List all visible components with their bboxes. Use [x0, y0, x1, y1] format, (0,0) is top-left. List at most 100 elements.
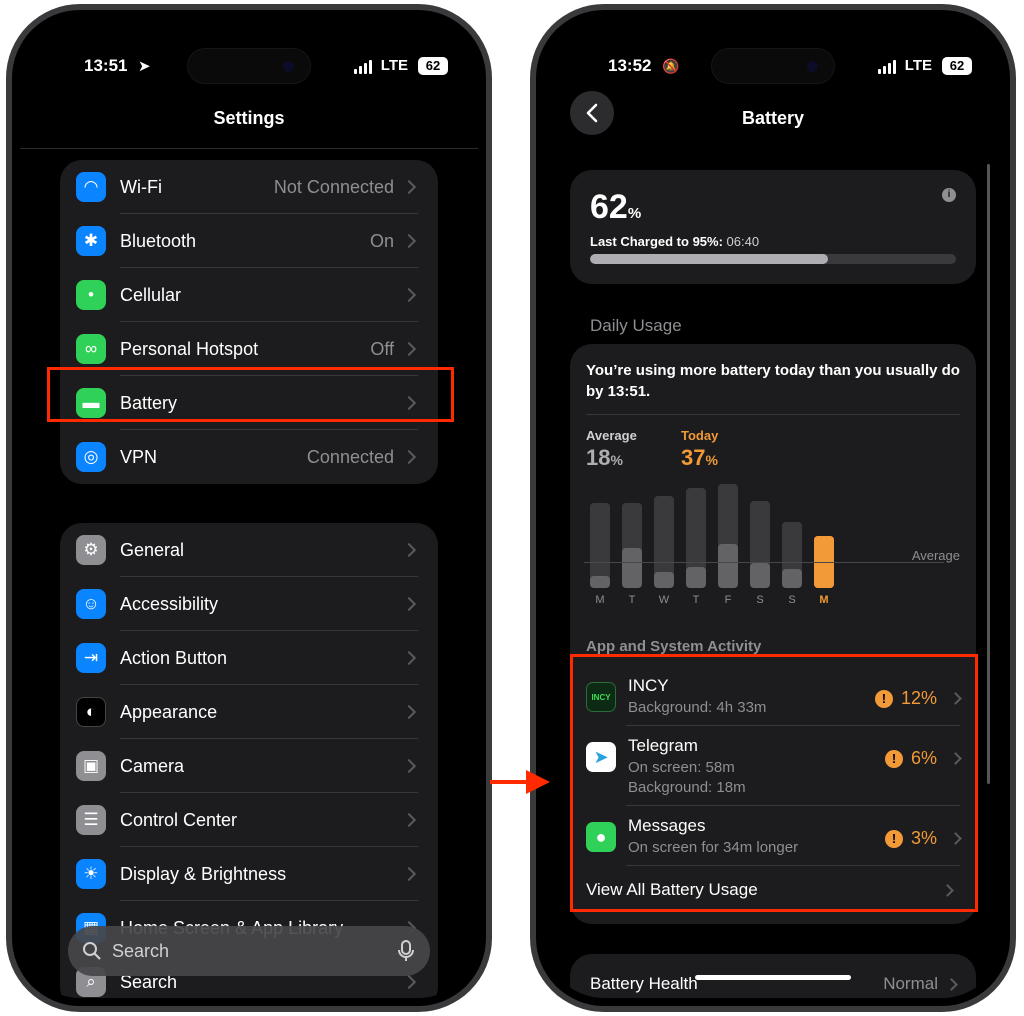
- day-label: T: [628, 594, 636, 606]
- search-placeholder: Search: [112, 940, 170, 961]
- chevron-right-icon: [401, 287, 417, 303]
- app-usage-percent: ! 3%: [884, 828, 962, 849]
- camera-icon: ▣: [76, 751, 106, 781]
- settings-row-wi-fi[interactable]: ◠ Wi-Fi Not Connected: [60, 160, 438, 214]
- microphone-icon[interactable]: [398, 940, 414, 962]
- average-line: [584, 562, 944, 563]
- settings-row-action-button[interactable]: ⇥ Action Button: [60, 631, 438, 685]
- settings-row-accessibility[interactable]: ☺ Accessibility: [60, 577, 438, 631]
- view-all-label: View All Battery Usage: [586, 880, 758, 899]
- status-battery: 62: [418, 57, 448, 75]
- chevron-right-icon: [401, 341, 417, 357]
- day-label: S: [788, 594, 796, 606]
- battery-icon: ▬: [76, 388, 106, 418]
- accessibility-icon: ☺: [76, 589, 106, 619]
- daily-usage-card: You’re using more battery today than you…: [570, 344, 976, 924]
- appearance-icon: ◐: [76, 697, 106, 727]
- settings-row-cellular[interactable]: • Cellular: [60, 268, 438, 322]
- day-bar-active: [686, 567, 706, 588]
- bluetooth-icon: ✱: [76, 226, 106, 256]
- row-label: Personal Hotspot: [120, 338, 259, 359]
- view-all-battery-usage-button[interactable]: View All Battery Usage: [570, 866, 976, 914]
- scrollbar[interactable]: [987, 164, 990, 784]
- settings-row-display-brightness[interactable]: ☀ Display & Brightness: [60, 847, 438, 901]
- chevron-right-icon: [401, 395, 417, 411]
- sun-icon: ☀: [76, 859, 106, 889]
- chevron-right-icon: [949, 692, 962, 705]
- status-battery: 62: [942, 57, 972, 75]
- settings-row-camera[interactable]: ▣ Camera: [60, 739, 438, 793]
- day-label: M: [819, 594, 829, 606]
- row-label: Control Center: [120, 809, 238, 830]
- app-usage-percent: ! 6%: [884, 748, 962, 769]
- settings-screen: 13:51 ➤ LTE 62 Settings ◠ Wi-Fi Not Connec…: [20, 18, 478, 998]
- arrow-right-icon: [490, 770, 550, 794]
- day-bar-active: [718, 544, 738, 588]
- battery-health-label: Battery Health: [590, 974, 698, 993]
- wifi-icon: ◠: [76, 172, 106, 202]
- daily-usage-chart: MTWTFSSM: [584, 484, 944, 606]
- battery-health-value: Normal: [883, 974, 938, 993]
- row-label: Cellular: [120, 284, 182, 305]
- day-label: F: [724, 594, 732, 606]
- chevron-right-icon: [401, 704, 417, 720]
- row-label: Battery: [120, 392, 178, 413]
- app-row-incy[interactable]: INCY INCY Background: 4h 33m ! 12%: [570, 666, 976, 726]
- chevron-right-icon: [401, 179, 417, 195]
- home-indicator: [695, 975, 851, 980]
- row-label: VPN: [120, 446, 158, 467]
- settings-row-appearance[interactable]: ◐ Appearance: [60, 685, 438, 739]
- network-type: LTE: [904, 57, 932, 74]
- usage-insight: You’re using more battery today than you…: [586, 362, 960, 400]
- row-label: Bluetooth: [120, 230, 197, 251]
- telegram-icon: ➤: [586, 742, 616, 772]
- info-icon[interactable]: i: [942, 188, 956, 202]
- status-time: 13:52: [608, 56, 652, 75]
- settings-row-vpn[interactable]: ◎ VPN Connected: [60, 430, 438, 484]
- row-value: Off: [370, 338, 394, 359]
- chevron-right-icon: [949, 752, 962, 765]
- day-label: W: [658, 594, 670, 606]
- chevron-right-icon: [401, 542, 417, 558]
- today-stat: Today 37%: [681, 428, 719, 470]
- day-bar-active: [782, 569, 802, 588]
- day-label: S: [756, 594, 764, 606]
- last-charged: Last Charged to 95%: 06:40: [590, 234, 760, 249]
- status-time: 13:51: [84, 56, 128, 75]
- network-type: LTE: [380, 57, 408, 74]
- settings-row-control-center[interactable]: ☰ Control Center: [60, 793, 438, 847]
- battery-progress: [590, 254, 956, 264]
- average-stat: Average 18%: [586, 428, 637, 470]
- search-bar[interactable]: Search: [68, 926, 430, 976]
- chevron-right-icon: [401, 449, 417, 465]
- cellular-icon: •: [76, 280, 106, 310]
- app-row-telegram[interactable]: ➤ Telegram On screen: 58m Background: 18m ! 6…: [570, 726, 976, 806]
- incy-icon: INCY: [586, 682, 616, 712]
- settings-row-bluetooth[interactable]: ✱ Bluetooth On: [60, 214, 438, 268]
- day-bar-active: [590, 575, 610, 588]
- dynamic-island: [187, 48, 311, 84]
- warning-icon: !: [884, 749, 903, 768]
- chevron-right-icon: [949, 832, 962, 845]
- warning-icon: !: [884, 829, 903, 848]
- search-icon: [83, 942, 101, 960]
- app-activity-list: INCY INCY Background: 4h 33m ! 12% ➤ Telegram O…: [570, 666, 976, 914]
- row-value: Connected: [306, 446, 394, 467]
- page-title: Battery: [741, 108, 805, 128]
- hotspot-icon: ∞: [76, 334, 106, 364]
- action-button-icon: ⇥: [76, 643, 106, 673]
- chevron-right-icon: [401, 650, 417, 666]
- row-label: Accessibility: [120, 593, 219, 614]
- app-row-messages[interactable]: ● Messages On screen for 34m longer ! 3%: [570, 806, 976, 866]
- warning-icon: !: [874, 689, 893, 708]
- chevron-right-icon: [401, 974, 417, 990]
- row-label: General: [120, 539, 185, 560]
- left-phone: 13:51 ➤ LTE 62 Settings ◠ Wi-Fi Not Connec…: [6, 4, 492, 1012]
- settings-row-battery[interactable]: ▬ Battery: [60, 376, 438, 430]
- row-label: Appearance: [120, 701, 218, 722]
- settings-row-general[interactable]: ⚙ General: [60, 523, 438, 577]
- app-detail: Background: 18m: [628, 779, 746, 796]
- day-bar-active: [654, 572, 674, 588]
- settings-row-personal-hotspot[interactable]: ∞ Personal Hotspot Off: [60, 322, 438, 376]
- chevron-right-icon: [401, 866, 417, 882]
